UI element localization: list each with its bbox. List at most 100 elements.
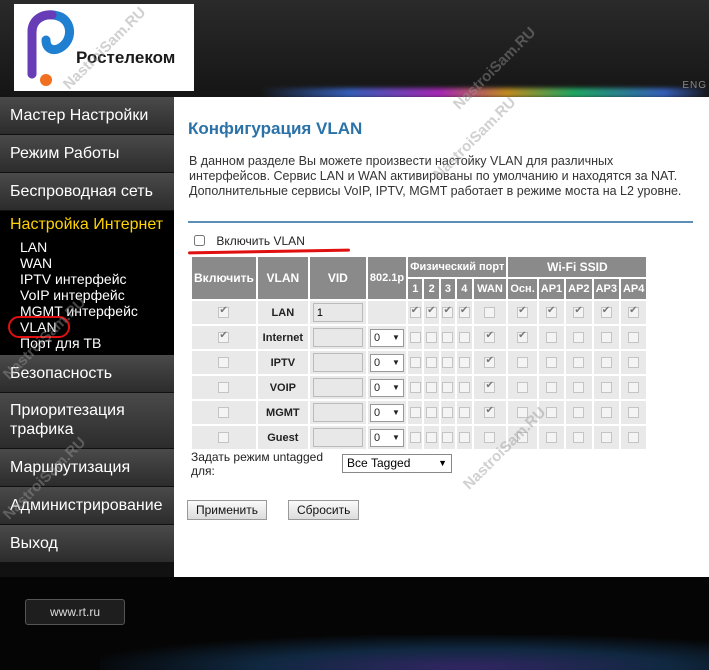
phys-port-checkbox[interactable] xyxy=(484,405,496,419)
priority-select[interactable]: 0 ▼ xyxy=(369,378,404,397)
wifi-ssid-checkbox[interactable] xyxy=(600,332,612,344)
priority-select[interactable]: 0 ▼ xyxy=(369,328,404,347)
phys-port-checkbox[interactable] xyxy=(458,357,470,369)
wifi-ssid-checkbox[interactable] xyxy=(517,382,529,394)
wifi-ssid-checkbox[interactable] xyxy=(545,382,557,394)
priority-select[interactable]: 0 ▼ xyxy=(369,353,404,372)
wifi-ssid-checkbox[interactable] xyxy=(600,305,612,319)
wifi-ssid-checkbox[interactable] xyxy=(517,407,529,419)
wifi-ssid-checkbox[interactable] xyxy=(545,305,557,319)
wifi-ssid-checkbox[interactable] xyxy=(573,407,585,419)
wifi-ssid-checkbox[interactable] xyxy=(573,357,585,369)
phys-port-checkbox[interactable] xyxy=(484,307,496,319)
phys-port-checkbox[interactable] xyxy=(458,305,470,319)
phys-port-checkbox[interactable] xyxy=(442,332,454,344)
phys-port-checkbox[interactable] xyxy=(458,382,470,394)
table-cell xyxy=(424,376,439,399)
wifi-ssid-checkbox[interactable] xyxy=(545,332,557,344)
phys-port-checkbox[interactable] xyxy=(458,407,470,419)
wifi-ssid-checkbox[interactable] xyxy=(573,382,585,394)
phys-port-checkbox[interactable] xyxy=(484,355,496,369)
subnav-item-tv-port[interactable]: Порт для ТВ xyxy=(20,335,174,351)
col-phys-port: 2 xyxy=(424,279,439,299)
phys-port-checkbox[interactable] xyxy=(426,332,438,344)
enable-checkbox[interactable] xyxy=(218,357,230,369)
footer-site-link[interactable]: www.rt.ru xyxy=(25,599,125,625)
vid-input[interactable] xyxy=(312,378,363,397)
wifi-ssid-checkbox[interactable] xyxy=(600,382,612,394)
wifi-ssid-checkbox[interactable] xyxy=(600,432,612,444)
enable-checkbox[interactable] xyxy=(218,330,230,344)
phys-port-checkbox[interactable] xyxy=(458,432,470,444)
vid-input[interactable] xyxy=(312,353,363,372)
phys-port-checkbox[interactable] xyxy=(426,432,438,444)
wifi-ssid-checkbox[interactable] xyxy=(628,432,640,444)
sidebar-item-logout[interactable]: Выход xyxy=(0,525,174,563)
phys-port-checkbox[interactable] xyxy=(484,380,496,394)
subnav-item-lan[interactable]: LAN xyxy=(20,239,174,255)
wifi-ssid-checkbox[interactable] xyxy=(573,305,585,319)
vid-input[interactable] xyxy=(312,303,363,322)
wifi-ssid-checkbox[interactable] xyxy=(600,407,612,419)
sidebar-item-qos[interactable]: Приоритезация трафика xyxy=(0,393,174,449)
wifi-ssid-checkbox[interactable] xyxy=(545,357,557,369)
sidebar-item-wizard[interactable]: Мастер Настройки xyxy=(0,97,174,135)
enable-vlan-checkbox[interactable] xyxy=(194,235,205,246)
phys-port-checkbox[interactable] xyxy=(442,407,454,419)
sidebar-item-admin[interactable]: Администрирование xyxy=(0,487,174,525)
phys-port-checkbox[interactable] xyxy=(426,382,438,394)
sidebar-item-routing[interactable]: Маршрутизация xyxy=(0,449,174,487)
subnav-item-wan[interactable]: WAN xyxy=(20,255,174,271)
vid-input[interactable] xyxy=(312,328,363,347)
phys-port-checkbox[interactable] xyxy=(484,432,496,444)
subnav-item-iptv[interactable]: IPTV интерфейс xyxy=(20,271,174,287)
vid-input[interactable] xyxy=(312,428,363,447)
phys-port-checkbox[interactable] xyxy=(409,332,421,344)
wifi-ssid-checkbox[interactable] xyxy=(517,357,529,369)
untagged-select[interactable]: Все Tagged ▼ xyxy=(342,454,452,473)
wifi-ssid-checkbox[interactable] xyxy=(517,305,529,319)
wifi-ssid-checkbox[interactable] xyxy=(545,407,557,419)
wifi-ssid-checkbox[interactable] xyxy=(628,382,640,394)
enable-checkbox[interactable] xyxy=(218,407,230,419)
phys-port-checkbox[interactable] xyxy=(442,382,454,394)
wifi-ssid-checkbox[interactable] xyxy=(517,432,529,444)
phys-port-checkbox[interactable] xyxy=(426,357,438,369)
sidebar-item-mode[interactable]: Режим Работы xyxy=(0,135,174,173)
subnav-item-voip[interactable]: VoIP интерфейс xyxy=(20,287,174,303)
phys-port-checkbox[interactable] xyxy=(442,432,454,444)
language-label[interactable]: ENG xyxy=(682,80,707,91)
phys-port-checkbox[interactable] xyxy=(426,305,438,319)
vid-input[interactable] xyxy=(312,403,363,422)
subnav-item-vlan[interactable]: VLAN xyxy=(8,316,174,338)
phys-port-checkbox[interactable] xyxy=(409,357,421,369)
phys-port-checkbox[interactable] xyxy=(484,330,496,344)
wifi-ssid-checkbox[interactable] xyxy=(545,432,557,444)
sidebar-item-wireless[interactable]: Беспроводная сеть xyxy=(0,173,174,211)
apply-button[interactable]: Применить xyxy=(187,500,268,520)
phys-port-checkbox[interactable] xyxy=(426,407,438,419)
sidebar-item-internet[interactable]: Настройка Интернет xyxy=(0,211,174,239)
enable-checkbox[interactable] xyxy=(218,432,230,444)
wifi-ssid-checkbox[interactable] xyxy=(628,407,640,419)
wifi-ssid-checkbox[interactable] xyxy=(600,357,612,369)
phys-port-checkbox[interactable] xyxy=(409,305,421,319)
priority-select[interactable]: 0 ▼ xyxy=(369,428,404,447)
priority-select[interactable]: 0 ▼ xyxy=(369,403,404,422)
phys-port-checkbox[interactable] xyxy=(442,357,454,369)
wifi-ssid-checkbox[interactable] xyxy=(628,357,640,369)
sidebar-item-security[interactable]: Безопасность xyxy=(0,355,174,393)
phys-port-checkbox[interactable] xyxy=(442,305,454,319)
phys-port-checkbox[interactable] xyxy=(458,332,470,344)
wifi-ssid-checkbox[interactable] xyxy=(573,332,585,344)
enable-checkbox[interactable] xyxy=(218,305,230,319)
wifi-ssid-checkbox[interactable] xyxy=(517,330,529,344)
wifi-ssid-checkbox[interactable] xyxy=(628,305,640,319)
wifi-ssid-checkbox[interactable] xyxy=(628,332,640,344)
phys-port-checkbox[interactable] xyxy=(409,432,421,444)
phys-port-checkbox[interactable] xyxy=(409,382,421,394)
enable-checkbox[interactable] xyxy=(218,382,230,394)
reset-button[interactable]: Сбросить xyxy=(288,500,360,520)
phys-port-checkbox[interactable] xyxy=(409,407,421,419)
wifi-ssid-checkbox[interactable] xyxy=(573,432,585,444)
